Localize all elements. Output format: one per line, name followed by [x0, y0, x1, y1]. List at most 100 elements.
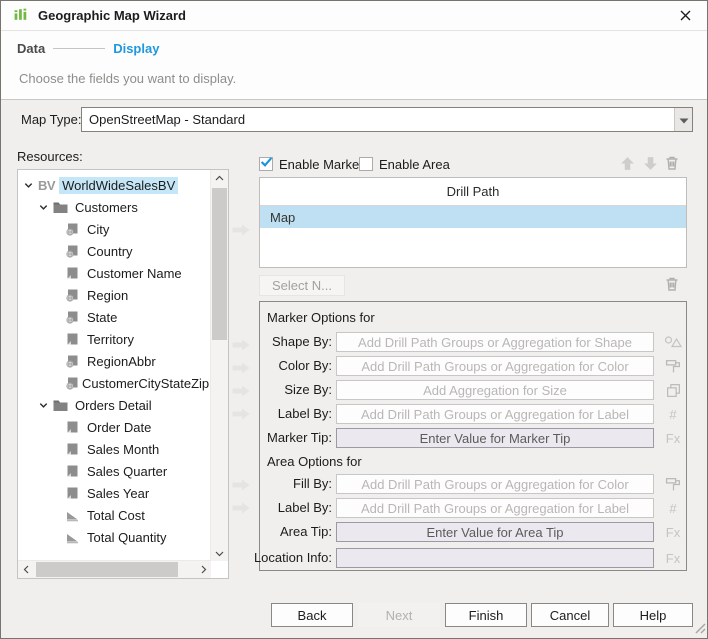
vertical-scrollbar[interactable] — [210, 170, 228, 561]
tree-item-worldwidesalesbv[interactable]: BVWorldWideSalesBV — [18, 174, 211, 196]
scroll-right-icon[interactable] — [196, 561, 211, 578]
chevron-down-icon[interactable] — [23, 180, 38, 191]
chevron-down-icon[interactable] — [38, 400, 53, 411]
chevron-down-icon[interactable] — [38, 202, 53, 213]
marker-label-by-label: Label By: — [278, 404, 332, 424]
tree-item-label: State — [84, 309, 120, 326]
shape-icon — [660, 332, 686, 352]
vertical-scroll-thumb[interactable] — [212, 188, 227, 340]
measure-icon — [65, 530, 84, 544]
marker-label-by-input[interactable] — [336, 404, 654, 424]
tree-item-city[interactable]: City — [18, 218, 211, 240]
options-panel: Marker Options for Shape By: Color By: Siz… — [259, 301, 687, 571]
transfer-right-arrow-icon[interactable] — [231, 338, 251, 352]
color-icon — [660, 474, 686, 494]
select-n-button[interactable]: Select N... — [259, 275, 345, 296]
combo-dropdown-button[interactable] — [674, 108, 692, 131]
marker-marker-tip-input[interactable] — [336, 428, 654, 448]
dim-icon — [65, 332, 84, 346]
marker-shape-by-row: Shape By: — [260, 332, 686, 352]
tree-item-sales-quarter[interactable]: Sales Quarter — [18, 460, 211, 482]
area-fill-by-input[interactable] — [336, 474, 654, 494]
hash-icon: # — [660, 404, 686, 424]
transfer-right-arrow-icon[interactable] — [231, 384, 251, 398]
transfer-right-arrow-icon[interactable] — [231, 361, 251, 375]
area-label-by-label: Label By: — [278, 498, 332, 518]
marker-label-by-row: Label By: # — [260, 404, 686, 424]
tree-item-state[interactable]: State — [18, 306, 211, 328]
transfer-right-arrow-icon[interactable] — [231, 407, 251, 421]
scroll-left-icon[interactable] — [18, 561, 33, 578]
resources-label: Resources: — [17, 149, 83, 164]
wizard-header: Geographic Map Wizard Data Display Choos… — [1, 1, 707, 100]
enable-area-checkbox[interactable] — [359, 157, 373, 171]
marker-size-by-input[interactable] — [336, 380, 654, 400]
delete-field-icon[interactable] — [662, 274, 682, 294]
area-label-by-row: Label By: # — [260, 498, 686, 518]
transfer-right-arrow-icon[interactable] — [231, 478, 251, 492]
geo-icon — [65, 222, 84, 236]
horizontal-scrollbar[interactable] — [18, 560, 211, 578]
horizontal-scroll-thumb[interactable] — [36, 562, 178, 577]
tree-item-customercitystatezip[interactable]: CustomerCityStateZip — [18, 372, 211, 394]
folder-icon — [53, 201, 72, 214]
enable-marker-checkbox[interactable] — [259, 157, 273, 171]
area-area-tip-input[interactable] — [336, 522, 654, 542]
next-button[interactable]: Next — [358, 603, 440, 627]
scroll-down-icon[interactable] — [211, 546, 228, 561]
tree-item-regionabbr[interactable]: RegionAbbr — [18, 350, 211, 372]
marker-shape-by-input[interactable] — [336, 332, 654, 352]
tree-item-customer-name[interactable]: Customer Name — [18, 262, 211, 284]
tree-item-country[interactable]: Country — [18, 240, 211, 262]
app-logo-icon — [13, 6, 30, 26]
dim-icon — [65, 486, 84, 500]
delete-drill-path-icon[interactable] — [662, 153, 682, 173]
scroll-up-icon[interactable] — [211, 170, 228, 185]
drill-path-row-map[interactable]: Map — [260, 206, 686, 228]
drill-path-header: Drill Path — [260, 178, 686, 206]
finish-button[interactable]: Finish — [445, 603, 527, 627]
map-type-label: Map Type: — [21, 112, 81, 127]
marker-size-by-label: Size By: — [284, 380, 332, 400]
geo-icon — [65, 244, 84, 258]
hash-icon: # — [660, 498, 686, 518]
cancel-button[interactable]: Cancel — [531, 603, 609, 627]
step-data[interactable]: Data — [17, 41, 45, 56]
chevron-down-icon — [679, 112, 689, 127]
tree-item-orders-detail[interactable]: Orders Detail — [18, 394, 211, 416]
move-up-icon[interactable] — [617, 153, 637, 173]
map-type-select[interactable]: OpenStreetMap - Standard — [81, 107, 693, 132]
tree-item-total-quantity[interactable]: Total Quantity — [18, 526, 211, 548]
tree-item-sales-year[interactable]: Sales Year — [18, 482, 211, 504]
step-display[interactable]: Display — [113, 41, 159, 56]
location-info-input[interactable] — [336, 548, 654, 568]
marker-options-title: Marker Options for — [267, 310, 375, 325]
move-down-icon[interactable] — [640, 153, 660, 173]
marker-color-by-input[interactable] — [336, 356, 654, 376]
checkmark-icon — [260, 156, 273, 172]
back-button[interactable]: Back — [271, 603, 353, 627]
area-label-by-input[interactable] — [336, 498, 654, 518]
map-type-value: OpenStreetMap - Standard — [82, 112, 245, 127]
resize-grip[interactable] — [693, 621, 706, 637]
geo-icon — [65, 288, 84, 302]
help-button[interactable]: Help — [613, 603, 693, 627]
marker-shape-by-label: Shape By: — [272, 332, 332, 352]
enable-marker-label: Enable Marker — [279, 157, 364, 172]
tree-item-territory[interactable]: Territory — [18, 328, 211, 350]
tree-item-customers[interactable]: Customers — [18, 196, 211, 218]
transfer-right-arrow-icon[interactable] — [231, 223, 251, 237]
close-icon[interactable] — [675, 6, 695, 26]
tree-item-sales-month[interactable]: Sales Month — [18, 438, 211, 460]
step-connector — [53, 48, 105, 49]
transfer-right-arrow-icon[interactable] — [231, 501, 251, 515]
tree-item-label: Total Quantity — [84, 529, 170, 546]
marker-marker-tip-row: Marker Tip:Fx — [260, 428, 686, 448]
dim-icon — [65, 266, 84, 280]
marker-color-by-row: Color By: — [260, 356, 686, 376]
tree-item-region[interactable]: Region — [18, 284, 211, 306]
tree-item-order-date[interactable]: Order Date — [18, 416, 211, 438]
drill-path-table: Drill Path Map — [259, 177, 687, 268]
tree-item-total-cost[interactable]: Total Cost — [18, 504, 211, 526]
dim-icon — [65, 442, 84, 456]
